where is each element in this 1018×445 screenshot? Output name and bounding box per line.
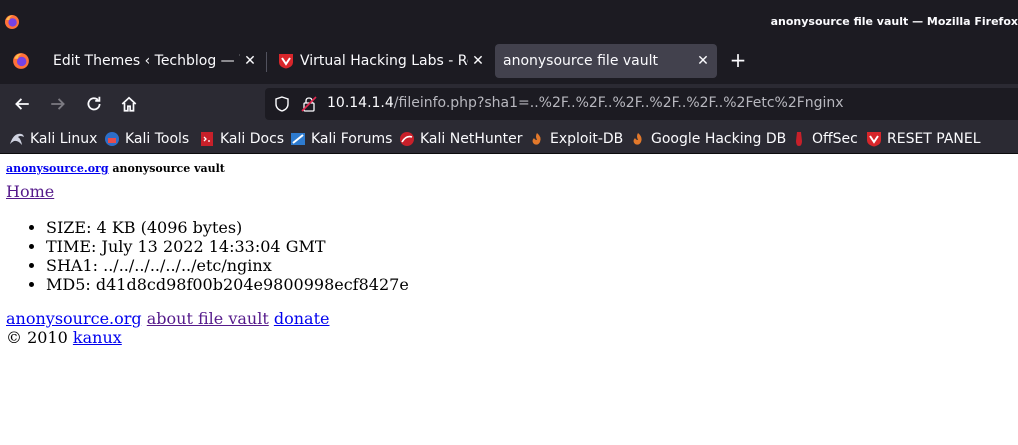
bookmark-google-hacking-db[interactable]: Google Hacking DB xyxy=(630,129,786,149)
navigation-toolbar: 10.14.1.4/fileinfo.php?sha1=..%2F..%2F..… xyxy=(0,84,1018,124)
bookmark-label: OffSec xyxy=(812,131,858,147)
url-path: /fileinfo.php?sha1=..%2F..%2F..%2F..%2F.… xyxy=(393,95,844,111)
bookmark-kali-nethunter[interactable]: Kali NetHunter xyxy=(399,129,522,149)
home-button[interactable] xyxy=(117,92,141,116)
copyright-symbol: © xyxy=(6,328,22,347)
url-bar[interactable]: 10.14.1.4/fileinfo.php?sha1=..%2F..%2F..… xyxy=(265,88,1018,120)
bookmark-label: Kali Tools xyxy=(125,131,190,147)
file-md5: MD5: d41d8cd98f00b204e9800998ecf8427e xyxy=(46,275,409,294)
new-tab-button[interactable]: + xyxy=(726,48,750,72)
tab-label: Virtual Hacking Labs - Reset xyxy=(300,53,468,69)
kali-forums-icon xyxy=(291,133,305,145)
reload-button[interactable] xyxy=(82,92,106,116)
tab-anonysource-file-vault[interactable]: anonysource file vault ✕ xyxy=(495,44,717,78)
kali-dragon-icon xyxy=(10,133,24,145)
exploit-db-icon xyxy=(532,133,541,145)
page-content: anonysource.org anonysource vault Home S… xyxy=(0,155,1018,445)
bookmark-label: RESET PANEL xyxy=(887,131,981,147)
bookmark-label: Google Hacking DB xyxy=(651,131,787,147)
vhl-shield-icon xyxy=(279,54,293,69)
bookmark-label: Exploit-DB xyxy=(550,131,624,147)
close-icon[interactable]: ✕ xyxy=(693,53,713,69)
bookmarks-toolbar: Kali Linux Kali Tools Kali Docs Kali For… xyxy=(0,124,1018,154)
footer-link-about[interactable]: about file vault xyxy=(147,309,269,328)
firefox-icon xyxy=(13,53,29,69)
window-titlebar: anonysource file vault — Mozilla Firefox xyxy=(0,0,1018,38)
file-time: TIME: July 13 2022 14:33:04 GMT xyxy=(46,237,409,256)
tab-label: anonysource file vault xyxy=(503,53,659,69)
bookmark-kali-linux[interactable]: Kali Linux xyxy=(9,129,97,149)
close-icon[interactable]: ✕ xyxy=(240,53,260,69)
tab-edit-themes[interactable]: Edit Themes ‹ Techblog — WordPress ✕ xyxy=(42,44,264,78)
footer-link-anonysource[interactable]: anonysource.org xyxy=(6,309,142,328)
bookmark-kali-forums[interactable]: Kali Forums xyxy=(290,129,392,149)
url-text[interactable]: 10.14.1.4/fileinfo.php?sha1=..%2F..%2F..… xyxy=(327,95,844,111)
bookmark-label: Kali Linux xyxy=(30,131,98,147)
bookmark-label: Kali Forums xyxy=(311,131,393,147)
bookmark-kali-docs[interactable]: Kali Docs xyxy=(199,129,284,149)
forward-button[interactable] xyxy=(46,92,70,116)
file-sha1: SHA1: ../../../../../../etc/nginx xyxy=(46,256,409,275)
header-site-link[interactable]: anonysource.org xyxy=(6,162,109,175)
file-info-list: SIZE: 4 KB (4096 bytes) TIME: July 13 20… xyxy=(46,218,409,294)
vhl-shield-icon xyxy=(867,132,881,147)
tab-strip: Edit Themes ‹ Techblog — WordPress ✕ Vir… xyxy=(0,38,1018,84)
close-icon[interactable]: ✕ xyxy=(468,53,488,69)
tab-label: Edit Themes ‹ Techblog — WordPress xyxy=(53,53,240,69)
firefox-view-button[interactable] xyxy=(4,44,38,78)
reload-icon xyxy=(87,96,101,111)
bookmark-offsec[interactable]: OffSec xyxy=(791,129,858,149)
bookmark-exploit-db[interactable]: Exploit-DB xyxy=(529,129,623,149)
tracking-protection-icon[interactable] xyxy=(274,96,290,112)
ghdb-icon xyxy=(633,133,642,145)
bookmark-kali-tools[interactable]: Kali Tools xyxy=(104,129,189,149)
window-title: anonysource file vault — Mozilla Firefox xyxy=(770,15,1018,28)
kali-tools-icon xyxy=(105,132,119,146)
arrow-right-icon xyxy=(51,98,65,110)
footer-link-donate[interactable]: donate xyxy=(274,309,330,328)
bookmark-label: Kali NetHunter xyxy=(420,131,523,147)
url-host: 10.14.1.4 xyxy=(327,95,394,111)
author-link[interactable]: kanux xyxy=(73,328,122,347)
firefox-icon xyxy=(5,15,19,29)
copyright: © 2010 kanux xyxy=(6,328,122,347)
footer-links: anonysource.org about file vault donate xyxy=(6,309,329,328)
insecure-lock-icon[interactable] xyxy=(301,96,317,112)
offsec-icon xyxy=(796,132,802,146)
arrow-left-icon xyxy=(15,98,29,110)
back-button[interactable] xyxy=(10,92,34,116)
header-title: anonysource vault xyxy=(112,162,225,175)
bookmark-reset-panel[interactable]: RESET PANEL xyxy=(866,129,981,149)
home-link[interactable]: Home xyxy=(6,182,54,201)
copyright-year: 2010 xyxy=(27,328,68,347)
kali-nethunter-icon xyxy=(400,132,414,146)
bookmark-label: Kali Docs xyxy=(220,131,285,147)
kali-docs-icon xyxy=(201,132,213,146)
home-icon xyxy=(121,96,137,112)
file-size: SIZE: 4 KB (4096 bytes) xyxy=(46,218,409,237)
site-header: anonysource.org anonysource vault xyxy=(6,162,225,175)
tab-separator xyxy=(266,52,267,72)
tab-virtual-hacking-labs[interactable]: Virtual Hacking Labs - Reset ✕ xyxy=(270,44,492,78)
